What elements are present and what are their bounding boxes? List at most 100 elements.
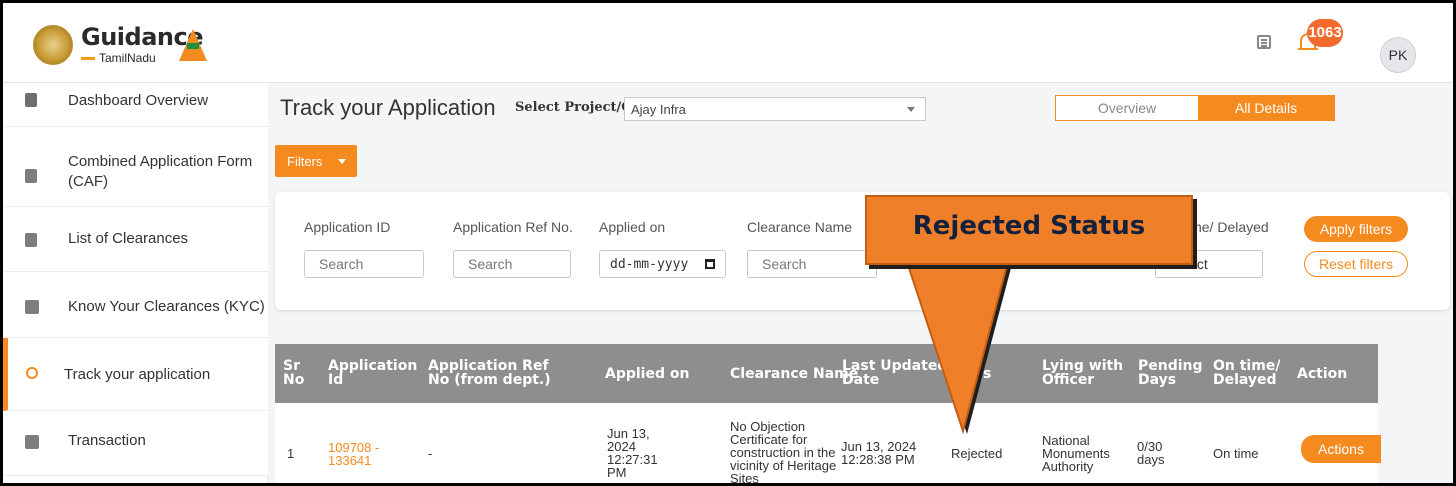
cell-line: 133641 bbox=[328, 453, 372, 468]
col-applied-on: Applied on bbox=[605, 366, 690, 382]
col-sr-no: Sr No bbox=[283, 359, 304, 387]
cell-line: PM bbox=[607, 465, 627, 480]
cell-on-time-delayed: On time bbox=[1213, 446, 1259, 461]
sidebar-item-kyc[interactable]: Know Your Clearances (KYC) bbox=[3, 272, 268, 338]
cell-application-id[interactable]: 109708 - 133641 bbox=[328, 441, 379, 467]
chevron-down-icon bbox=[338, 159, 346, 164]
header-label: Sr bbox=[283, 358, 300, 374]
menu-grid-icon[interactable] bbox=[1257, 35, 1271, 49]
book-icon bbox=[25, 300, 39, 314]
filter-label-clearance-name: Clearance Name bbox=[747, 219, 853, 235]
filter-panel: Application ID Search Application Ref No… bbox=[275, 192, 1450, 310]
project-select[interactable]: Ajay Infra bbox=[624, 97, 926, 121]
sidebar-item-label: Track your application bbox=[64, 366, 211, 383]
avatar[interactable]: PK bbox=[1380, 37, 1416, 73]
brand-sub-bar bbox=[81, 57, 95, 60]
cell-lying-with-officer: National Monuments Authority bbox=[1042, 434, 1110, 473]
dashboard-icon bbox=[25, 93, 37, 107]
header-label: Pending bbox=[1138, 358, 1203, 374]
col-pending-days: Pending Days bbox=[1138, 359, 1203, 387]
application-id-input[interactable]: Search bbox=[304, 250, 424, 278]
cell-last-updated: Jun 13, 2024 12:28:38 PM bbox=[841, 440, 916, 466]
list-icon bbox=[25, 233, 37, 247]
cell-pending-days: 0/30 days bbox=[1137, 440, 1164, 466]
cell-line: days bbox=[1137, 452, 1165, 467]
cell-line: 12:28:38 PM bbox=[841, 452, 915, 467]
header-label: Id bbox=[328, 372, 344, 388]
top-header: Guidance TamilNadu 1063 PK bbox=[3, 3, 1453, 83]
col-status: us bbox=[973, 366, 992, 382]
header-label: No bbox=[283, 372, 305, 388]
cell-clearance-name: No Objection Certificate for constructio… bbox=[730, 420, 836, 486]
filters-button-label: Filters bbox=[287, 154, 323, 169]
col-clearance-name: Clearance Name bbox=[730, 366, 859, 382]
header-label: Last Updated bbox=[842, 358, 948, 374]
sidebar-item-dashboard[interactable]: Dashboard Overview bbox=[3, 83, 268, 127]
filter-label-on-time-delayed: ime/ Delayed bbox=[1187, 219, 1269, 235]
header-label: Application bbox=[328, 358, 418, 374]
applications-table: Sr No Application Id Application Ref No … bbox=[275, 344, 1381, 486]
tab-overview[interactable]: Overview bbox=[1056, 96, 1198, 120]
applied-on-date-value: dd-mm-yyyy bbox=[610, 257, 689, 272]
app-frame: Guidance TamilNadu 1063 PK Dashboard Ove… bbox=[0, 0, 1456, 486]
main-content: Track your Application Select Project/CA… bbox=[268, 83, 1453, 486]
table-header: Sr No Application Id Application Ref No … bbox=[275, 344, 1378, 403]
tab-all-details[interactable]: All Details bbox=[1198, 96, 1334, 120]
col-on-time-delayed: On time/ Delayed bbox=[1213, 359, 1280, 387]
page-title: Track your Application bbox=[280, 95, 496, 120]
applied-on-date-input[interactable]: dd-mm-yyyy bbox=[599, 250, 726, 278]
cell-line: Sites bbox=[730, 471, 759, 486]
cell-application-ref: - bbox=[428, 446, 433, 461]
project-select-value: Ajay Infra bbox=[631, 102, 686, 117]
document-icon bbox=[25, 169, 37, 183]
view-toggle: Overview All Details bbox=[1055, 95, 1335, 121]
header-label: No (from dept.) bbox=[428, 372, 551, 388]
sidebar-item-label: List of Clearances bbox=[68, 230, 189, 247]
brand-flag-icon bbox=[179, 29, 207, 61]
tamilnadu-emblem-icon bbox=[33, 25, 73, 65]
transaction-icon bbox=[25, 435, 39, 449]
col-action: Action bbox=[1297, 366, 1348, 382]
sidebar-item-label: Dashboard Overview bbox=[68, 92, 209, 109]
header-label: Delayed bbox=[1213, 372, 1277, 388]
reset-filters-button[interactable]: Reset filters bbox=[1304, 251, 1408, 277]
calendar-icon[interactable] bbox=[705, 259, 715, 269]
sidebar-item-track[interactable]: Track your application bbox=[3, 338, 268, 411]
sidebar-item-label: Know Your Clearances (KYC) bbox=[68, 298, 265, 315]
notification-badge: 1063 bbox=[1307, 19, 1343, 47]
actions-button[interactable]: Actions bbox=[1301, 435, 1381, 463]
header-label: Officer bbox=[1042, 372, 1095, 388]
col-application-ref: Application Ref No (from dept.) bbox=[428, 359, 551, 387]
filter-label-applied-on: Applied on bbox=[599, 219, 666, 235]
rejected-status-callout: Rejected Status bbox=[865, 195, 1193, 265]
apply-filters-button[interactable]: Apply filters bbox=[1304, 216, 1408, 242]
header-label: Date bbox=[842, 372, 880, 388]
application-ref-input[interactable]: Search bbox=[453, 250, 571, 278]
sidebar-item-label: Combined Application Form bbox=[68, 153, 253, 170]
col-lying-with-officer: Lying with Officer bbox=[1042, 359, 1123, 387]
brand-logo[interactable]: Guidance TamilNadu bbox=[33, 23, 233, 65]
col-application-id: Application Id bbox=[328, 359, 417, 387]
cell-sr-no: 1 bbox=[287, 446, 295, 461]
cell-line: Authority bbox=[1042, 459, 1094, 474]
filters-button[interactable]: Filters bbox=[275, 145, 357, 177]
sidebar-item-caf[interactable]: Combined Application Form (CAF) bbox=[3, 127, 268, 207]
sidebar-item-label: Transaction bbox=[68, 432, 146, 449]
sidebar-item-clearances[interactable]: List of Clearances bbox=[3, 207, 268, 272]
header-label: Application Ref bbox=[428, 358, 549, 374]
location-icon bbox=[26, 367, 38, 379]
sidebar-item-transaction[interactable]: Transaction bbox=[3, 411, 268, 476]
chevron-down-icon bbox=[907, 107, 915, 112]
cell-status: Rejected bbox=[951, 446, 1003, 461]
brand-subtitle: TamilNadu bbox=[99, 51, 156, 65]
sidebar-item-label-line2: (CAF) bbox=[68, 173, 108, 190]
header-label: Lying with bbox=[1042, 358, 1124, 374]
clearance-name-input[interactable]: Search bbox=[747, 250, 877, 278]
callout-label: Rejected Status bbox=[912, 211, 1146, 241]
cell-applied-on: Jun 13, 2024 12:27:31 PM bbox=[607, 427, 658, 479]
header-label: On time/ bbox=[1213, 358, 1281, 374]
filter-label-application-id: Application ID bbox=[304, 219, 391, 235]
filter-label-application-ref: Application Ref No. bbox=[453, 219, 573, 235]
header-label: Days bbox=[1138, 372, 1177, 388]
sidebar: Dashboard Overview Combined Application … bbox=[3, 83, 268, 483]
